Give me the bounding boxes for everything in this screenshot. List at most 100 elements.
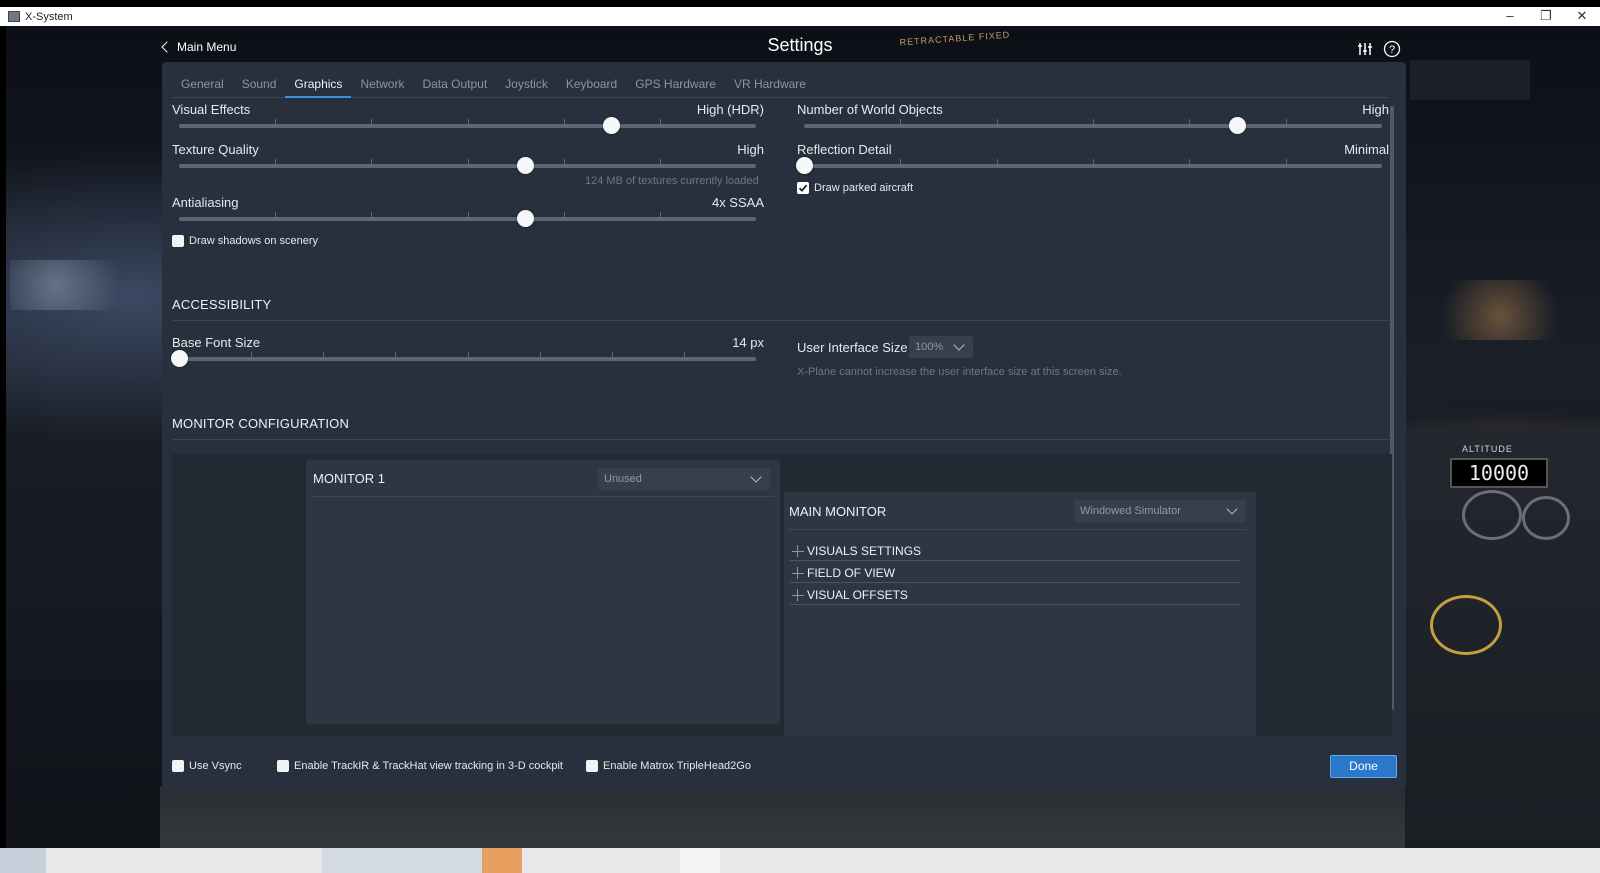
trackir-label: Enable TrackIR & TrackHat view tracking … (294, 760, 563, 772)
tab-data-output[interactable]: Data Output (413, 72, 496, 98)
help-icon[interactable]: ? (1383, 40, 1401, 63)
slider-tick (1189, 119, 1190, 127)
slider-tick (612, 352, 613, 360)
visual-offsets-toggle[interactable]: VISUAL OFFSETS (792, 588, 908, 602)
world-objects-label: Number of World Objects (797, 102, 943, 117)
checkbox-box[interactable] (172, 760, 184, 772)
taskbar-segment (0, 848, 46, 873)
chevron-down-icon (750, 471, 762, 483)
slider-thumb[interactable] (1229, 117, 1246, 134)
tab-network[interactable]: Network (351, 72, 413, 98)
slider-thumb[interactable] (517, 210, 534, 227)
maximize-icon[interactable]: ❐ (1528, 7, 1564, 26)
monitor-1-title: MONITOR 1 (313, 471, 385, 486)
antialiasing-slider[interactable] (179, 210, 756, 227)
page-title: Settings (767, 35, 833, 55)
altitude-label: ALTITUDE (1462, 444, 1513, 454)
slider-thumb[interactable] (796, 157, 813, 174)
window-titlebar: X-System – ❐ ✕ (0, 0, 1600, 26)
base-font-size-slider[interactable] (171, 350, 756, 367)
sliders-icon[interactable] (1357, 41, 1373, 62)
checkbox-box[interactable] (277, 760, 289, 772)
world-objects-slider[interactable] (804, 117, 1382, 134)
tab-gps-hardware[interactable]: GPS Hardware (626, 72, 725, 98)
slider-thumb[interactable] (171, 350, 188, 367)
city-lights-right (1410, 280, 1560, 340)
slider-tick (1189, 159, 1190, 167)
altitude-display: 10000 (1450, 458, 1548, 488)
done-button[interactable]: Done (1330, 755, 1397, 778)
slider-tick (468, 159, 469, 167)
monitor-1-divider (311, 496, 775, 497)
city-lights-left (10, 260, 160, 310)
slider-tick (900, 159, 901, 167)
main-monitor-divider (789, 529, 1246, 530)
trackir-checkbox[interactable]: Enable TrackIR & TrackHat view tracking … (277, 760, 563, 772)
main-monitor-value: Windowed Simulator (1080, 505, 1181, 517)
tab-joystick[interactable]: Joystick (496, 72, 557, 98)
slider-tick (1093, 119, 1094, 127)
checkmark-icon (798, 184, 808, 192)
base-font-size-label: Base Font Size (172, 335, 261, 350)
main-menu-button[interactable]: Main Menu (161, 40, 236, 54)
slider-tick (371, 159, 372, 167)
window-controls: – ❐ ✕ (1492, 7, 1600, 26)
slider-tick (468, 352, 469, 360)
slider-thumb[interactable] (603, 117, 620, 134)
tab-keyboard[interactable]: Keyboard (557, 72, 626, 98)
matrox-label: Enable Matrox TripleHead2Go (603, 760, 751, 772)
slider-tick (684, 352, 685, 360)
reflection-detail-slider[interactable] (796, 157, 1382, 174)
antialiasing-label: Antialiasing (172, 195, 239, 210)
world-objects-value: High (1362, 102, 1389, 117)
slider-tick (371, 119, 372, 127)
checkbox-box[interactable] (586, 760, 598, 772)
visuals-settings-toggle[interactable]: VISUALS SETTINGS (792, 544, 921, 558)
use-vsync-checkbox[interactable]: Use Vsync (172, 760, 242, 772)
knob-1 (1462, 490, 1522, 540)
slider-tick (468, 119, 469, 127)
monitor-1-card[interactable]: MONITOR 1 Unused (306, 460, 780, 724)
slider-tick (1286, 159, 1287, 167)
section-divider (790, 582, 1240, 583)
main-monitor-select[interactable]: Windowed Simulator (1074, 500, 1246, 522)
visual-effects-label: Visual Effects (172, 102, 251, 117)
tab-vr-hardware[interactable]: VR Hardware (725, 72, 815, 98)
visual-offsets-label: VISUAL OFFSETS (807, 588, 908, 602)
chevron-down-icon (953, 339, 965, 351)
section-divider (790, 560, 1240, 561)
minimize-icon[interactable]: – (1492, 7, 1528, 26)
ui-size-value: 100% (915, 341, 944, 353)
close-icon[interactable]: ✕ (1564, 7, 1600, 26)
monitor-1-select[interactable]: Unused (598, 468, 770, 490)
slider-tick (540, 352, 541, 360)
chevron-left-icon (161, 41, 173, 53)
visual-effects-slider[interactable] (179, 117, 756, 134)
checkbox-box[interactable] (797, 182, 809, 194)
slider-thumb[interactable] (517, 157, 534, 174)
ui-size-select[interactable]: 100% (909, 336, 973, 358)
tab-general[interactable]: General (172, 72, 233, 98)
field-of-view-label: FIELD OF VIEW (807, 566, 896, 580)
draw-parked-aircraft-checkbox[interactable]: Draw parked aircraft (797, 182, 913, 194)
accessibility-title: ACCESSIBILITY (172, 297, 272, 312)
tab-sound[interactable]: Sound (233, 72, 286, 98)
chevron-down-icon (1226, 503, 1238, 515)
tab-graphics[interactable]: Graphics (285, 72, 352, 98)
draw-parked-aircraft-label: Draw parked aircraft (814, 182, 914, 194)
matrox-checkbox[interactable]: Enable Matrox TripleHead2Go (586, 760, 751, 772)
texture-quality-label: Texture Quality (172, 142, 259, 157)
main-monitor-title: MAIN MONITOR (789, 504, 887, 519)
checkbox-box[interactable] (172, 235, 184, 247)
slider-tick (395, 352, 396, 360)
monitor-1-value: Unused (604, 473, 642, 485)
taskbar-segment (680, 848, 720, 873)
taskbar-segment (482, 848, 522, 873)
texture-quality-slider[interactable] (179, 157, 756, 174)
draw-shadows-checkbox[interactable]: Draw shadows on scenery (172, 235, 318, 247)
knob-3 (1430, 595, 1502, 655)
knob-2 (1522, 496, 1570, 540)
field-of-view-toggle[interactable]: FIELD OF VIEW (792, 566, 895, 580)
slider-tick (660, 119, 661, 127)
slider-tick (275, 212, 276, 220)
